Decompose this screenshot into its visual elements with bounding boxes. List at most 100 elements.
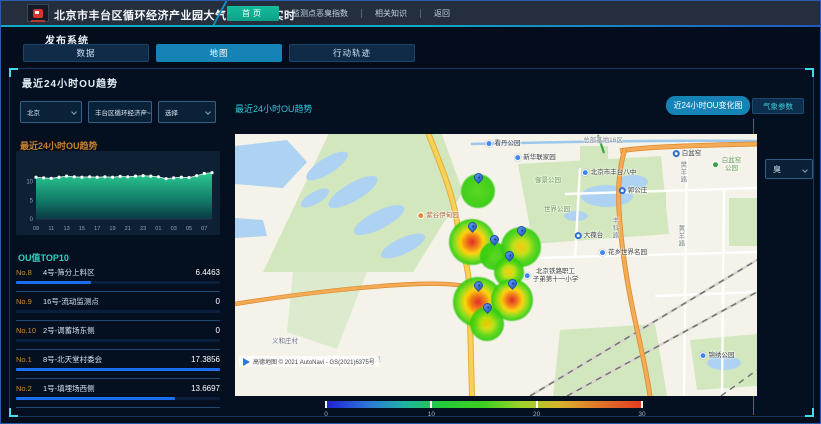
map-poi-label: 北京市丰台八中 [582, 169, 637, 177]
orange-poi-icon [417, 212, 424, 219]
svg-text:19: 19 [109, 226, 115, 232]
app-logo [27, 4, 49, 22]
panel-corner [805, 408, 814, 417]
svg-text:05: 05 [186, 226, 192, 232]
nav-home[interactable]: 首页 [227, 6, 279, 21]
blue-poi-icon [599, 249, 606, 256]
ou-rank-list: No.84号-筛分上料区6.4463No.916号-流动监测点0No.102号-… [16, 263, 220, 408]
svg-text:03: 03 [171, 226, 177, 232]
map-section-label: 最近24小时OU趋势 [235, 102, 313, 115]
svg-text:13: 13 [63, 226, 69, 232]
map-poi-text: 大葆台 [584, 232, 604, 240]
svg-text:10: 10 [26, 180, 33, 186]
map-canvas[interactable]: 看丹公园 总部基地16区新华联家园御景公园世界公园 北京市丰台八中郭公庄 白盆窑白盆窑… [235, 134, 757, 396]
tab-map[interactable]: 地图 [156, 44, 282, 62]
rank-number: No.2 [16, 384, 43, 393]
colorbar-tick-label: 30 [638, 411, 645, 418]
map-poi-text: 看丹公园 [495, 140, 521, 148]
metro-poi-icon [619, 187, 626, 194]
header-accent-line [1, 25, 820, 27]
svg-text:11: 11 [48, 226, 54, 232]
svg-text:15: 15 [79, 226, 85, 232]
blue-poi-icon [582, 169, 589, 176]
map-poi-label: 北京铁路职工 子弟第十一小学 [524, 268, 579, 284]
rank-site-name: 4号-筛分上料区 [43, 267, 196, 278]
map-poi-label: 白盆窑公园 [712, 157, 742, 173]
site-select[interactable]: 选择 [158, 101, 216, 123]
rank-value: 0 [216, 326, 220, 335]
map-poi-label: 丰科路 [610, 217, 618, 240]
site-select-value: 选择 [165, 107, 178, 117]
colorbar-tick [430, 401, 432, 408]
metro-poi-icon [673, 150, 680, 157]
rank-number: No.1 [16, 355, 43, 364]
map-poi-text: 白盆窑 [682, 150, 702, 158]
main-nav: 首页 监测点恶臭指数 相关知识 返回 [227, 1, 463, 25]
city-select-value: 北京 [27, 107, 40, 117]
blue-poi-icon [700, 352, 707, 359]
nav-odor-index[interactable]: 监测点恶臭指数 [279, 8, 361, 19]
weather-params-button[interactable]: 气象参数 [752, 98, 804, 114]
main-panel: 最近24小时OU趋势 北京 丰台区循环经济产~ 选择 最近24小时OU趋势 [9, 68, 814, 417]
rank-value: 0 [216, 297, 220, 306]
map-poi-text: 总部基地16区 [583, 137, 623, 145]
rank-row[interactable]: No.916号-流动监测点0 [16, 292, 220, 321]
park-poi-icon [712, 162, 719, 169]
map-poi-label: 锦绣公园 [700, 352, 735, 360]
pollutant-layer-select[interactable]: 臭 [765, 159, 813, 179]
svg-text:23: 23 [140, 226, 146, 232]
metro-poi-icon [575, 232, 582, 239]
panel-corner [9, 408, 18, 417]
map-poi-text: 黄羊路 [676, 225, 684, 248]
map-poi-text: 义和庄村 [272, 338, 298, 346]
ou-change-map-button[interactable]: 近24小时OU变化图 [666, 96, 750, 115]
svg-text:07: 07 [201, 226, 207, 232]
dashboard-root: 北京市丰台区循环经济产业园大气恶臭状况实时 首页 监测点恶臭指数 相关知识 返回… [0, 0, 821, 424]
tab-data[interactable]: 数据 [23, 44, 149, 62]
rank-row[interactable]: No.102号-调蓄场东侧0 [16, 321, 220, 350]
rank-value: 17.3856 [191, 355, 220, 364]
rank-row[interactable]: No.18号-北天堂村委会17.3856 [16, 350, 220, 379]
nav-knowledge[interactable]: 相关知识 [362, 8, 420, 19]
map-poi-text: 北京市丰台八中 [591, 169, 637, 177]
map-poi-label: 郭公庄 [619, 187, 648, 195]
park-select[interactable]: 丰台区循环经济产~ [88, 101, 152, 123]
map-poi-label: 世界公园 [544, 206, 570, 214]
map-poi-label: 花乡世界名园 [599, 249, 647, 257]
rank-value: 6.4463 [196, 268, 220, 277]
rank-number: No.10 [16, 326, 43, 335]
rank-row[interactable]: No.84号-筛分上料区6.4463 [16, 263, 220, 292]
map-poi-label: 看丹公园 [486, 140, 521, 148]
map-poi-label: 新华联家园 [514, 154, 556, 162]
svg-text:17: 17 [94, 226, 100, 232]
rank-bar [16, 310, 220, 313]
chevron-down-icon [802, 167, 808, 173]
logo-icon [33, 9, 43, 18]
map-poi-label: 御景公园 [535, 177, 561, 185]
rank-site-name: 1号-填埋场西侧 [43, 383, 191, 394]
colorbar-tick [641, 401, 643, 408]
map-poi-label: 大葆台 [575, 232, 604, 240]
map-poi-text: 花乡世界名园 [608, 249, 647, 257]
rank-bar [16, 368, 220, 371]
rank-bar [16, 339, 220, 342]
map-poi-text: 锦绣公园 [709, 352, 735, 360]
svg-text:01: 01 [155, 226, 161, 232]
nav-back[interactable]: 返回 [421, 8, 463, 19]
map-poi-label: 白盆窑 [673, 150, 702, 158]
map-poi-text: 御景公园 [535, 177, 561, 185]
map-attribution-text: 高德地图 © 2021 AutoNavi - GS(2021)6375号 [253, 357, 375, 366]
tab-track[interactable]: 行动轨迹 [289, 44, 415, 62]
rank-row[interactable]: No.21号-填埋场西侧13.6697 [16, 379, 220, 408]
city-select[interactable]: 北京 [20, 101, 82, 123]
rank-bar [16, 397, 220, 400]
amap-logo-icon [243, 358, 250, 366]
colorbar-legend: 0102030 [326, 401, 642, 408]
ou-trend-chart-svg: 0510091113151719212301030507 [16, 151, 220, 235]
map-poi-text: 白盆窑公园 [721, 157, 742, 173]
map-attribution: 高德地图 © 2021 AutoNavi - GS(2021)6375号 [239, 356, 379, 367]
rank-site-name: 16号-流动监测点 [43, 296, 216, 307]
map-poi-text: 紫谷伊甸园 [426, 212, 459, 220]
blue-poi-icon [514, 154, 521, 161]
blue-poi-icon [524, 273, 531, 280]
